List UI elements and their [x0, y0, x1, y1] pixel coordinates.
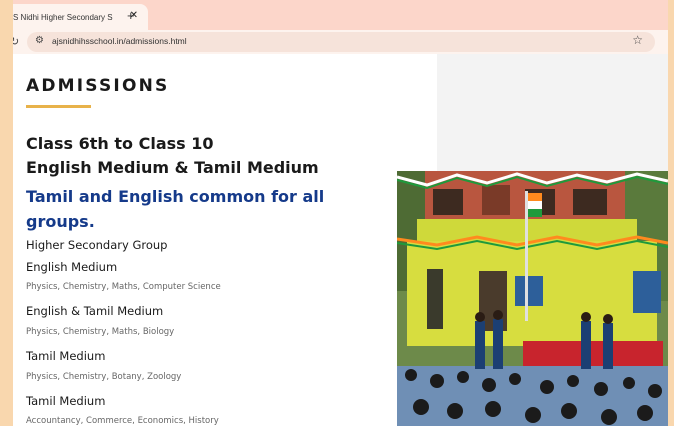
- address-bar[interactable]: ⚙ ajsnidhihsschool.in/admissions.html ☆: [27, 32, 655, 52]
- tab-strip: S Nidhi Higher Secondary S ✕ +: [13, 0, 668, 30]
- photo-illustration: [397, 171, 668, 426]
- side-panel: [437, 54, 668, 172]
- browser-toolbar: ↻ ⚙ ajsnidhihsschool.in/admissions.html …: [13, 30, 668, 54]
- title-underline: [26, 105, 91, 108]
- star-icon[interactable]: ☆: [632, 33, 643, 47]
- url-text[interactable]: ajsnidhihsschool.in/admissions.html: [52, 36, 187, 46]
- group-name: Tamil Medium: [26, 349, 106, 363]
- tab-title: S Nidhi Higher Secondary S: [13, 12, 113, 22]
- mediums-text: English Medium & Tamil Medium: [26, 158, 319, 177]
- browser-window: S Nidhi Higher Secondary S ✕ + ↻ ⚙ ajsni…: [13, 0, 668, 426]
- page-title: ADMISSIONS: [26, 76, 170, 96]
- common-note: Tamil and English common for all groups.: [26, 187, 325, 231]
- group-subjects: Physics, Chemistry, Botany, Zoology: [26, 372, 182, 382]
- group-name: Tamil Medium: [26, 394, 106, 408]
- reload-icon[interactable]: ↻: [13, 35, 19, 48]
- group-subjects: Physics, Chemistry, Maths, Biology: [26, 327, 175, 337]
- group-name: English & Tamil Medium: [26, 304, 164, 318]
- class-range: Class 6th to Class 10: [26, 134, 214, 153]
- plus-icon[interactable]: +: [127, 9, 135, 22]
- page-content: ADMISSIONS Class 6th to Class 10 English…: [13, 54, 668, 426]
- group-name: English Medium: [26, 260, 118, 274]
- hs-group-label: Higher Secondary Group: [26, 238, 168, 252]
- group-subjects: Physics, Chemistry, Maths, Computer Scie…: [26, 282, 221, 292]
- group-subjects: Accountancy, Commerce, Economics, Histor…: [26, 416, 219, 426]
- tune-icon[interactable]: ⚙: [35, 35, 44, 46]
- school-event-photo: [397, 171, 668, 426]
